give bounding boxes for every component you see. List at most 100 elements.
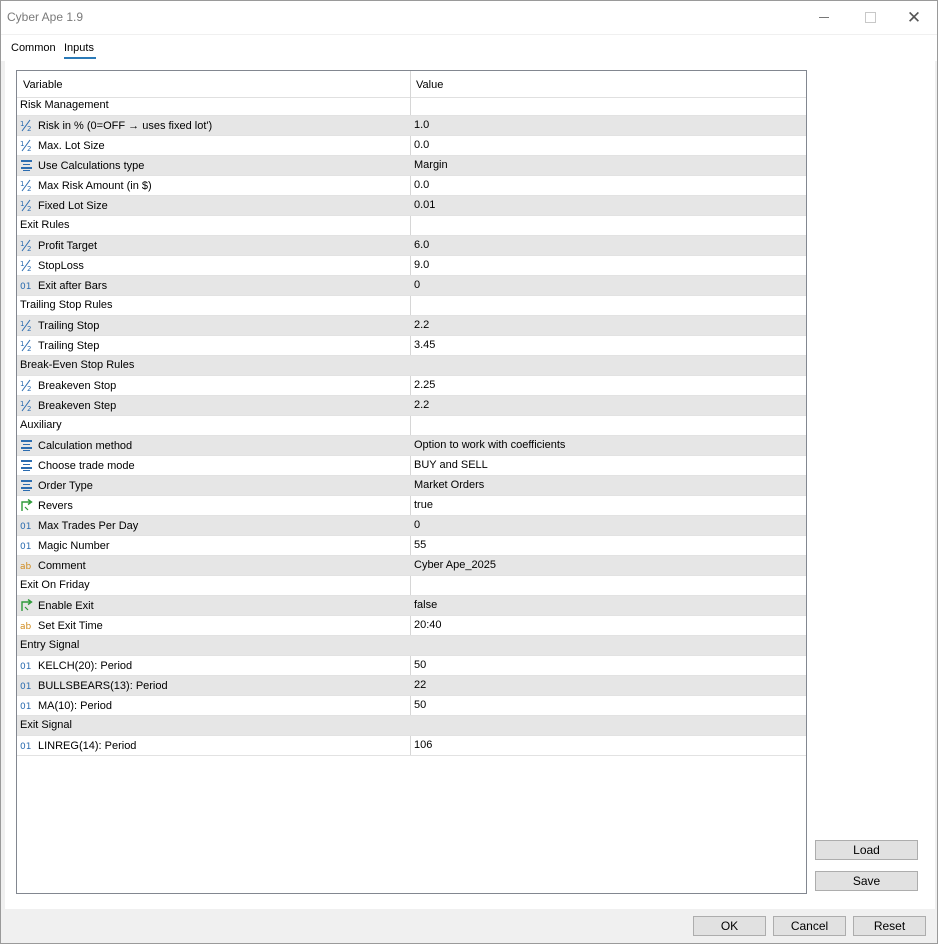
value-cell[interactable]: 22	[414, 679, 426, 691]
value-cell[interactable]: Market Orders	[414, 479, 484, 491]
value-cell[interactable]: 9.0	[414, 259, 429, 271]
value-cell[interactable]: 0	[414, 519, 420, 531]
variable-label: Break-Even Stop Rules	[20, 359, 135, 371]
parameter-row[interactable]: 1 2 Risk in % (0=OFF → uses fixed lot') 1.0	[17, 116, 806, 136]
bool-icon	[20, 599, 34, 612]
reset-button[interactable]: Reset	[853, 916, 926, 936]
value-cell[interactable]: Cyber Ape_2025	[414, 559, 496, 571]
dialog-window: Cyber Ape 1.9 ✕ Common Inputs Variable V…	[0, 0, 938, 944]
parameter-row[interactable]: Order Type Market Orders	[17, 476, 806, 496]
group-header-row[interactable]: Exit On Friday	[17, 576, 806, 596]
tab-inputs[interactable]: Inputs	[64, 42, 94, 54]
parameter-row[interactable]: 1 2 Breakeven Stop 2.25	[17, 376, 806, 396]
group-header-row[interactable]: Auxiliary	[17, 416, 806, 436]
variable-label: Order Type	[38, 479, 93, 492]
variable-cell: 1 2 Breakeven Step	[20, 399, 116, 413]
parameter-row[interactable]: 01 Exit after Bars 0	[17, 276, 806, 296]
fraction-icon: 12	[20, 119, 34, 132]
parameter-row[interactable]: 1 2 Breakeven Step 2.2	[17, 396, 806, 416]
value-cell[interactable]: 0.01	[414, 199, 435, 211]
maximize-button[interactable]	[847, 1, 893, 34]
parameter-row[interactable]: 01 LINREG(14): Period 106	[17, 736, 806, 756]
parameter-row[interactable]: ab Set Exit Time 20:40	[17, 616, 806, 636]
parameter-row[interactable]: 1 2 Trailing Step 3.45	[17, 336, 806, 356]
variable-label: LINREG(14): Period	[38, 739, 137, 752]
value-cell[interactable]: 3.45	[414, 339, 435, 351]
integer-icon: 01	[20, 659, 34, 672]
value-cell[interactable]: 1.0	[414, 119, 429, 131]
group-header-row[interactable]: Trailing Stop Rules	[17, 296, 806, 316]
parameter-row[interactable]: 01 KELCH(20): Period 50	[17, 656, 806, 676]
integer-icon: 01	[20, 279, 34, 292]
group-header-row[interactable]: Exit Signal	[17, 716, 806, 736]
group-header-row[interactable]: Entry Signal	[17, 636, 806, 656]
parameter-row[interactable]: 1 2 Max. Lot Size 0.0	[17, 136, 806, 156]
parameter-row[interactable]: 01 Magic Number 55	[17, 536, 806, 556]
value-cell[interactable]: 0.0	[414, 139, 429, 151]
load-button[interactable]: Load	[815, 840, 918, 860]
value-cell[interactable]: 55	[414, 539, 426, 551]
value-cell[interactable]: 50	[414, 699, 426, 711]
header-value[interactable]: Value	[416, 79, 443, 91]
variable-cell: 01 LINREG(14): Period	[20, 739, 137, 753]
variable-label: Calculation method	[38, 439, 133, 452]
fraction-icon: 12	[20, 399, 34, 412]
variable-cell: Risk Management	[20, 99, 109, 111]
parameter-row[interactable]: Choose trade mode BUY and SELL	[17, 456, 806, 476]
ok-button[interactable]: OK	[693, 916, 766, 936]
value-cell[interactable]: 0	[414, 279, 420, 291]
svg-text:1: 1	[20, 120, 24, 128]
parameter-row[interactable]: 1 2 StopLoss 9.0	[17, 256, 806, 276]
value-cell[interactable]: 20:40	[414, 619, 442, 631]
variable-cell: Calculation method	[20, 439, 132, 452]
value-cell[interactable]: false	[414, 599, 437, 611]
parameter-row[interactable]: Use Calculations type Margin	[17, 156, 806, 176]
parameter-row[interactable]: 01 Max Trades Per Day 0	[17, 516, 806, 536]
save-button[interactable]: Save	[815, 871, 918, 891]
value-cell[interactable]: true	[414, 499, 433, 511]
svg-text:01: 01	[20, 662, 31, 672]
variable-cell: 1 2 Risk in % (0=OFF → uses fixed lot')	[20, 119, 212, 133]
value-cell[interactable]: 0.0	[414, 179, 429, 191]
svg-text:01: 01	[20, 742, 31, 752]
integer-icon: 01	[20, 539, 34, 552]
group-header-row[interactable]: Risk Management	[17, 96, 806, 116]
value-cell[interactable]: Option to work with coefficients	[414, 439, 565, 451]
value-cell[interactable]: Margin	[414, 159, 448, 171]
variable-label: MA(10): Period	[38, 699, 112, 712]
parameter-row[interactable]: Calculation method Option to work with co…	[17, 436, 806, 456]
parameter-row[interactable]: 01 MA(10): Period 50	[17, 696, 806, 716]
minimize-button[interactable]	[801, 1, 847, 34]
cancel-button[interactable]: Cancel	[773, 916, 846, 936]
svg-text:1: 1	[20, 200, 24, 208]
variable-cell: 1 2 Trailing Step	[20, 339, 99, 353]
group-header-row[interactable]: Break-Even Stop Rules	[17, 356, 806, 376]
variable-cell: 1 2 Fixed Lot Size	[20, 199, 108, 213]
variable-label: Breakeven Stop	[38, 379, 117, 392]
variable-label: Max Trades Per Day	[38, 519, 139, 532]
close-button[interactable]: ✕	[891, 1, 937, 34]
parameter-row[interactable]: Enable Exit false	[17, 596, 806, 616]
group-header-row[interactable]: Exit Rules	[17, 216, 806, 236]
value-cell[interactable]: 2.2	[414, 319, 429, 331]
parameter-row[interactable]: 1 2 Profit Target 6.0	[17, 236, 806, 256]
value-cell[interactable]: 2.25	[414, 379, 435, 391]
value-cell[interactable]: 50	[414, 659, 426, 671]
value-cell[interactable]: 6.0	[414, 239, 429, 251]
parameter-row[interactable]: 1 2 Max Risk Amount (in $) 0.0	[17, 176, 806, 196]
value-cell[interactable]: 106	[414, 739, 432, 751]
parameter-row[interactable]: ab Comment Cyber Ape_2025	[17, 556, 806, 576]
window-title: Cyber Ape 1.9	[7, 10, 84, 24]
header-variable[interactable]: Variable	[23, 79, 63, 91]
parameter-row[interactable]: Revers true	[17, 496, 806, 516]
value-cell[interactable]: 2.2	[414, 399, 429, 411]
parameter-row[interactable]: 1 2 Fixed Lot Size 0.01	[17, 196, 806, 216]
tab-common[interactable]: Common	[11, 42, 56, 54]
parameter-row[interactable]: 1 2 Trailing Stop 2.2	[17, 316, 806, 336]
parameter-row[interactable]: 01 BULLSBEARS(13): Period 22	[17, 676, 806, 696]
variable-cell: 1 2 Trailing Stop	[20, 319, 99, 333]
value-cell[interactable]: BUY and SELL	[414, 459, 488, 471]
variable-cell: ab Set Exit Time	[20, 619, 103, 633]
variable-label: StopLoss	[38, 259, 84, 272]
variable-cell: 01 KELCH(20): Period	[20, 659, 132, 673]
